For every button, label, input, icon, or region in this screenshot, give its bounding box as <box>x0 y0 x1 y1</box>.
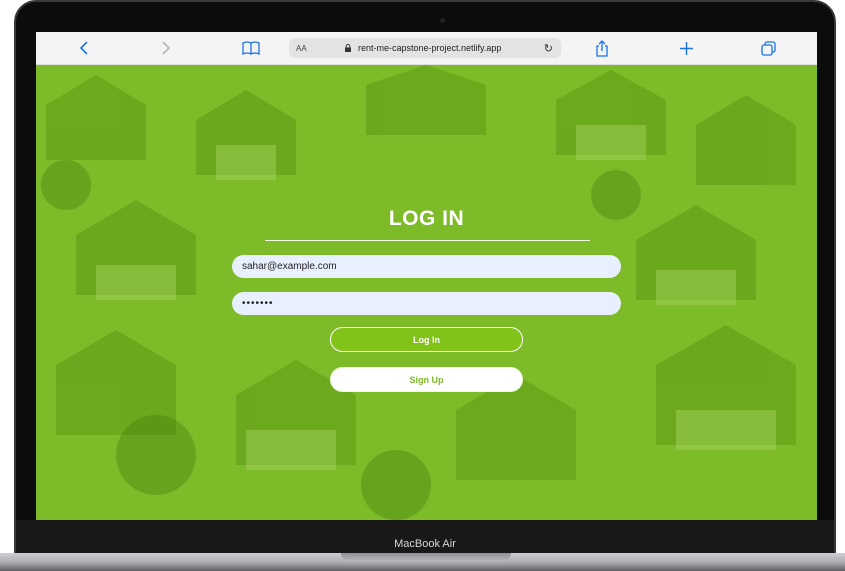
back-button[interactable] <box>76 38 92 58</box>
login-page: LOG IN Log In Sign Up <box>36 65 817 520</box>
device-label: MacBook Air <box>394 537 456 550</box>
address-bar[interactable]: AA rent-me-capstone-project.netlify.app … <box>289 38 561 58</box>
text-size-button[interactable]: AA <box>296 44 307 53</box>
login-button[interactable]: Log In <box>330 327 523 352</box>
laptop-screen: AA rent-me-capstone-project.netlify.app … <box>36 32 817 520</box>
camera-dot <box>440 18 445 23</box>
laptop-notch <box>341 553 511 561</box>
new-tab-button[interactable] <box>676 38 696 58</box>
browser-toolbar: AA rent-me-capstone-project.netlify.app … <box>36 32 817 65</box>
signup-button[interactable]: Sign Up <box>330 367 523 392</box>
tabs-icon <box>760 40 776 56</box>
tabs-button[interactable] <box>758 38 778 58</box>
title-divider <box>265 240 590 241</box>
forward-button[interactable] <box>158 38 174 58</box>
bookmarks-button[interactable] <box>240 38 262 58</box>
chevron-right-icon <box>162 41 171 55</box>
email-field[interactable] <box>232 255 621 278</box>
share-icon <box>596 39 608 57</box>
password-field[interactable] <box>232 292 621 315</box>
lock-icon <box>345 44 351 52</box>
reload-icon[interactable]: ↻ <box>544 42 553 55</box>
laptop-chin: MacBook Air <box>16 520 834 553</box>
login-title: LOG IN <box>388 207 465 230</box>
url-text: rent-me-capstone-project.netlify.app <box>358 43 502 53</box>
plus-icon <box>679 41 693 55</box>
share-button[interactable] <box>592 38 612 58</box>
chevron-left-icon <box>79 41 88 55</box>
book-icon <box>242 41 260 55</box>
